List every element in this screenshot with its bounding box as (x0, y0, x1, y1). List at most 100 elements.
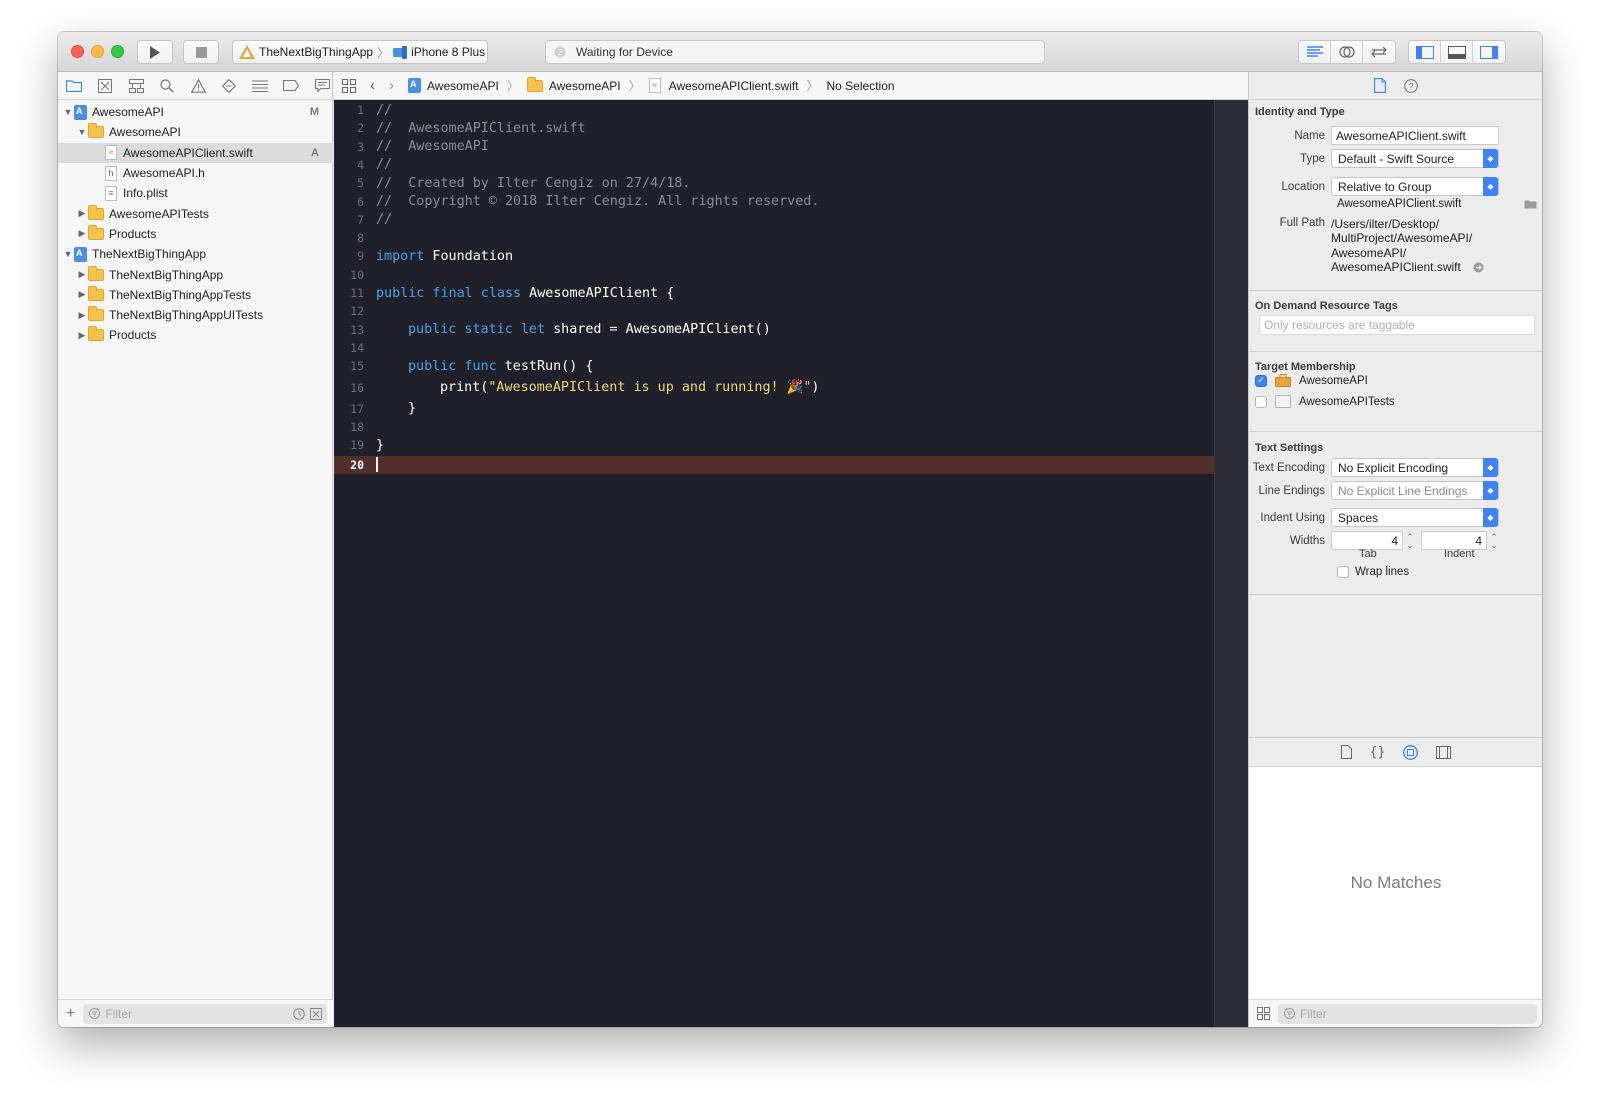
back-chevron-icon[interactable]: ‹ (370, 77, 375, 94)
code-text-area[interactable]: 1 // 2 // AwesomeAPIClient.swift 3 // Aweso… (334, 100, 1214, 1027)
line-endings-popup[interactable]: No Explicit Line Endings ◆ (1331, 481, 1499, 500)
target-row-awesomeapitests[interactable]: AwesomeAPITests (1255, 395, 1395, 408)
file-template-library-icon[interactable] (1340, 745, 1352, 759)
tab-caption: Tab (1359, 548, 1377, 560)
type-popup[interactable]: Default - Swift Source ◆ (1331, 149, 1499, 168)
tab-find-navigator[interactable] (157, 76, 177, 96)
library-filter-input[interactable]: Filter (1278, 1003, 1537, 1024)
source-control-filter-icon[interactable] (310, 1007, 322, 1020)
name-field[interactable]: AwesomeAPIClient.swift (1331, 126, 1499, 145)
line-number: 15 (350, 359, 364, 374)
disclosure-collapsed-icon[interactable]: ▶ (76, 269, 88, 280)
breadcrumb-symbol[interactable]: No Selection (827, 79, 895, 93)
indent-using-popup[interactable]: Spaces ◆ (1331, 508, 1499, 527)
tab-debug-navigator[interactable] (250, 76, 270, 96)
disclosure-expanded-icon[interactable]: ▼ (62, 249, 74, 259)
file-inspector-tab-icon[interactable] (1373, 78, 1386, 93)
tree-item-awesomeapi-h[interactable]: h AwesomeAPI.h (58, 163, 333, 183)
forward-chevron-icon[interactable]: › (389, 77, 394, 94)
minimize-window-button[interactable] (91, 45, 104, 58)
recent-files-clock-icon[interactable] (293, 1007, 305, 1020)
location-file-name: AwesomeAPIClient.swift (1337, 198, 1462, 210)
standard-editor-button[interactable] (1299, 41, 1331, 63)
tab-test-navigator[interactable] (219, 76, 239, 96)
plist-file-icon: ≡ (105, 185, 117, 201)
media-library-icon[interactable] (1436, 745, 1452, 759)
tab-source-control-navigator[interactable] (95, 76, 115, 96)
filter-placeholder: Filter (1300, 1006, 1327, 1021)
run-button[interactable] (137, 40, 173, 64)
code-line: 19} (334, 436, 1214, 454)
tab-symbol-navigator[interactable] (126, 76, 146, 96)
breadcrumb-label: AwesomeAPI (427, 78, 499, 93)
tab-report-navigator[interactable] (312, 76, 332, 96)
zoom-window-button[interactable] (111, 45, 124, 58)
code-snippet-library-icon[interactable]: {} (1370, 745, 1386, 760)
tab-breakpoint-navigator[interactable] (281, 76, 301, 96)
tab-width-stepper-icon[interactable]: ⌃ ⌄ (1403, 532, 1417, 549)
object-library-icon[interactable] (1403, 744, 1419, 760)
toolbar: TheNextBigThingApp 〉 iPhone 8 Plus 2 Wai… (58, 32, 1542, 72)
grid-view-icon[interactable] (1257, 1007, 1270, 1020)
tree-item-thenextbigthingapptests-group[interactable]: ▶ TheNextBigThingAppTests (58, 285, 333, 305)
breadcrumb-file[interactable]: ≈ AwesomeAPIClient.swift (648, 78, 799, 93)
text-encoding-popup[interactable]: No Explicit Encoding ◆ (1331, 458, 1499, 477)
tree-item-thenextbigthingappuitests-group[interactable]: ▶ TheNextBigThingAppUITests (58, 305, 333, 325)
popup-arrows-icon: ◆ (1483, 458, 1498, 477)
navigator-filter-input[interactable]: Filter (83, 1003, 327, 1024)
breadcrumb-project[interactable]: AwesomeAPI (408, 78, 499, 93)
tree-item-thenextbigthingapp-project[interactable]: ▼ TheNextBigThingApp (58, 244, 333, 264)
disclosure-collapsed-icon[interactable]: ▶ (76, 228, 88, 239)
code-line: 5 // Created by Ilter Cengiz on 27/4/18. (334, 174, 1214, 192)
tree-item-awesomeapi-group[interactable]: ▼ AwesomeAPI (58, 122, 333, 142)
text-encoding-value: No Explicit Encoding (1338, 460, 1449, 475)
wrap-lines-checkbox[interactable] (1337, 566, 1349, 578)
editor-minimap[interactable] (1214, 100, 1248, 1027)
tree-item-awesomeapiclient-swift[interactable]: ≈ AwesomeAPIClient.swift A (58, 142, 333, 163)
target-row-awesomeapi[interactable]: ✓ AwesomeAPI (1255, 374, 1368, 387)
tab-issue-navigator[interactable] (188, 76, 208, 96)
disclosure-collapsed-icon[interactable]: ▶ (76, 289, 88, 300)
reveal-in-finder-arrow-icon[interactable] (1473, 262, 1484, 273)
breadcrumb-group[interactable]: AwesomeAPI (526, 76, 621, 93)
tree-item-awesomeapitests-group[interactable]: ▶ AwesomeAPITests (58, 203, 333, 223)
tree-item-products-group[interactable]: ▶ Products (58, 224, 333, 244)
toggle-debug-area-button[interactable] (1441, 41, 1473, 63)
toggle-inspector-button[interactable] (1473, 41, 1505, 63)
tree-item-products-group-2[interactable]: ▶ Products (58, 325, 333, 345)
tab-project-navigator[interactable] (64, 76, 84, 96)
close-window-button[interactable] (71, 45, 84, 58)
version-editor-button[interactable] (1363, 41, 1395, 63)
tree-item-awesomeapi-project[interactable]: ▼ AwesomeAPI M (58, 102, 333, 122)
breadcrumb-label: AwesomeAPIClient.swift (668, 78, 799, 93)
disclosure-expanded-icon[interactable]: ▼ (62, 107, 74, 117)
toggle-navigator-button[interactable] (1409, 41, 1441, 63)
location-popup[interactable]: Relative to Group ◆ (1331, 177, 1499, 196)
tree-item-info-plist[interactable]: ≡ Info.plist (58, 183, 333, 203)
wrap-lines-row[interactable]: Wrap lines (1337, 566, 1409, 578)
tree-item-thenextbigthingapp-group[interactable]: ▶ TheNextBigThingApp (58, 264, 333, 284)
target-checkbox-unchecked[interactable] (1255, 395, 1267, 408)
disclosure-collapsed-icon[interactable]: ▶ (76, 330, 88, 341)
type-row: Type Default - Swift Source ◆ (1249, 149, 1499, 168)
disclosure-collapsed-icon[interactable]: ▶ (76, 208, 88, 219)
indent-width-stepper-icon[interactable]: ⌃ ⌄ (1487, 532, 1501, 549)
scheme-selector[interactable]: TheNextBigThingApp 〉 iPhone 8 Plus (232, 40, 488, 64)
folder-reveal-icon[interactable] (1524, 199, 1537, 209)
disclosure-collapsed-icon[interactable]: ▶ (76, 310, 88, 321)
odr-tags-field[interactable]: Only resources are taggable (1259, 315, 1535, 335)
line-number: 3 (357, 139, 364, 154)
target-checkbox-checked[interactable]: ✓ (1255, 374, 1267, 387)
search-icon (160, 78, 174, 93)
add-icon[interactable]: + (66, 1005, 75, 1023)
related-items-grid-icon[interactable] (342, 78, 356, 93)
stop-button[interactable] (183, 40, 219, 64)
code-line: 8 (334, 229, 1214, 247)
quick-help-tab-icon[interactable]: ? (1403, 78, 1418, 93)
assistant-editor-button[interactable] (1331, 41, 1363, 63)
library-results: No Matches (1249, 767, 1542, 999)
disclosure-expanded-icon[interactable]: ▼ (76, 127, 88, 137)
line-number: 5 (357, 176, 364, 191)
popup-arrows-icon: ◆ (1483, 149, 1498, 168)
code-text: Foundation (424, 248, 514, 264)
